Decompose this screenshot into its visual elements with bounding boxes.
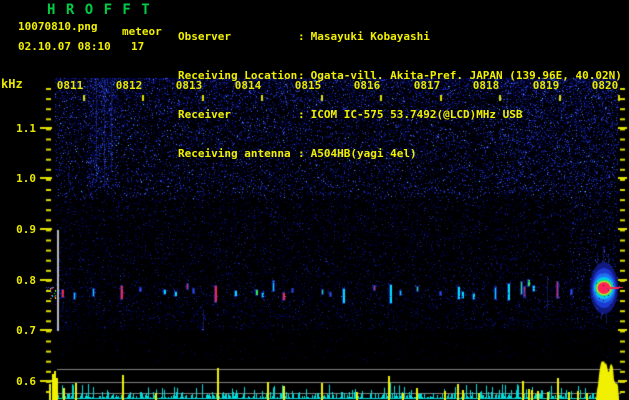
- info-row-observer: Observer: Masayuki Kobayashi: [178, 30, 622, 43]
- time-axis-label: 0811: [56, 79, 84, 92]
- info-label: Receiver: [178, 108, 231, 121]
- info-separator: :: [298, 147, 305, 160]
- info-label: Observer: [178, 30, 231, 43]
- info-label: Receiving antenna: [178, 147, 291, 160]
- freq-axis-label: 0.8: [16, 274, 36, 287]
- meteor-count: 17: [131, 40, 145, 53]
- info-row-antenna: Receiving antenna: A504HB(yagi 4el): [178, 147, 622, 160]
- time-axis-label: 0814: [234, 79, 262, 92]
- freq-axis-label: 1.1: [16, 122, 36, 135]
- time-axis-label: 0812: [115, 79, 143, 92]
- time-axis-label: 0815: [294, 79, 322, 92]
- info-separator: :: [298, 30, 305, 43]
- time-axis-label: 0817: [413, 79, 441, 92]
- time-axis-label: 0820: [591, 79, 619, 92]
- khz-unit-label: kHz: [1, 77, 23, 91]
- info-row-receiver: Receiver: ICOM IC-575 53.7492(@LCD)MHz US…: [178, 108, 622, 121]
- info-value: Masayuki Kobayashi: [310, 30, 430, 43]
- info-value: ICOM IC-575 53.7492(@LCD)MHz USB: [310, 108, 523, 121]
- time-axis-label: 0816: [353, 79, 381, 92]
- info-value: A504HB(yagi 4el): [310, 147, 417, 160]
- date-time-label: 02.10.07 08:10: [18, 40, 111, 53]
- info-separator: :: [298, 108, 305, 121]
- time-axis-label: 0813: [175, 79, 203, 92]
- app-title: H R O F F T: [47, 2, 151, 18]
- time-axis-label: 0818: [472, 79, 500, 92]
- output-filename: 10070810.png: [18, 20, 98, 33]
- freq-axis-label: 1.0: [16, 172, 36, 185]
- freq-axis-label: 0.9: [16, 223, 36, 236]
- mode-label: meteor: [122, 25, 162, 38]
- freq-axis-label: 0.6: [16, 375, 36, 388]
- station-info-block: Observer: Masayuki Kobayashi Receiving Lo…: [178, 4, 622, 186]
- time-axis-label: 0819: [532, 79, 560, 92]
- hrofft-output-image: H R O F F T 10070810.png meteor 02.10.07…: [0, 0, 629, 400]
- freq-axis-label: 0.7: [16, 324, 36, 337]
